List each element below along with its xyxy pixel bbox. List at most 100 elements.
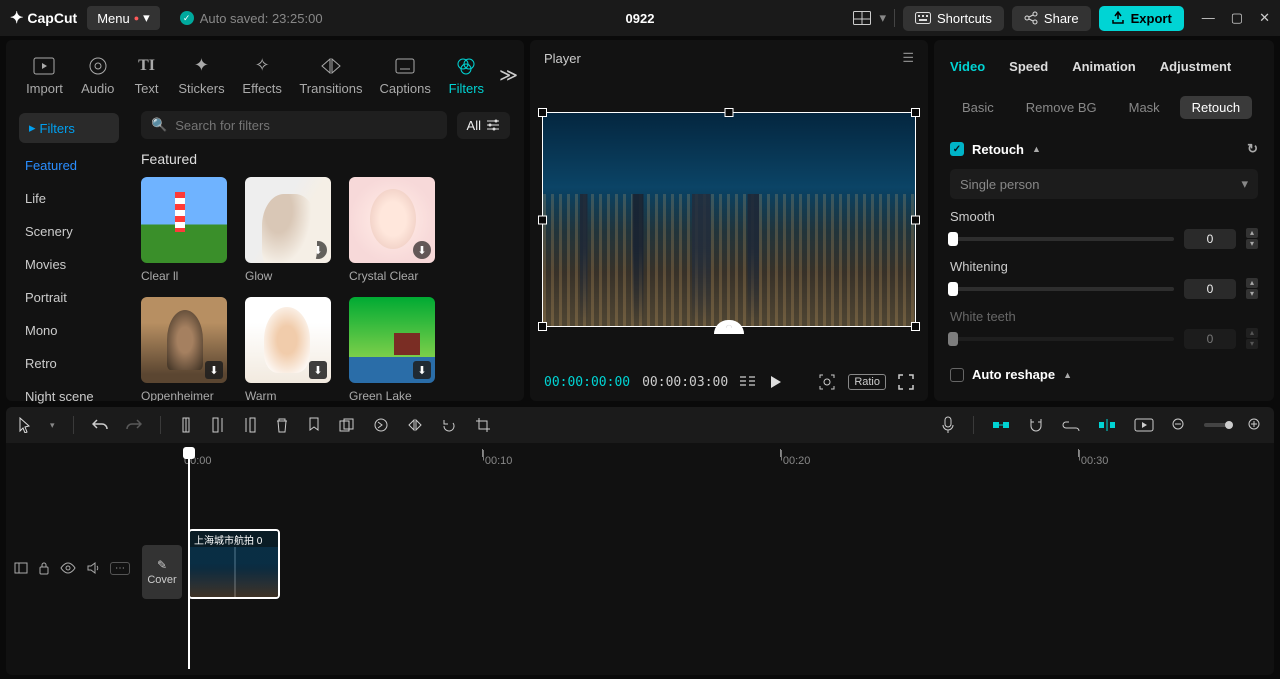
tab-audio[interactable]: Audio xyxy=(72,51,124,100)
snap-icon[interactable] xyxy=(1098,418,1116,432)
filter-item[interactable]: ⬇ Glow xyxy=(245,177,331,283)
download-icon[interactable]: ⬇ xyxy=(205,361,223,379)
filter-item[interactable]: ⬇ Oppenheimer xyxy=(141,297,227,401)
auto-reshape-checkbox[interactable] xyxy=(950,368,964,382)
whitening-value[interactable]: 0 xyxy=(1184,279,1236,299)
category-scenery[interactable]: Scenery xyxy=(11,215,127,248)
split-icon[interactable] xyxy=(179,417,193,433)
export-button[interactable]: Export xyxy=(1099,6,1184,31)
marker-icon[interactable] xyxy=(307,417,321,433)
step-up[interactable]: ▴ xyxy=(1246,278,1258,288)
tab-adjustment[interactable]: Adjustment xyxy=(1160,59,1232,74)
filter-item[interactable]: ⬇ Warm xyxy=(245,297,331,401)
list-view-icon[interactable] xyxy=(740,376,756,388)
subtab-removebg[interactable]: Remove BG xyxy=(1014,96,1109,119)
smooth-value[interactable]: 0 xyxy=(1184,229,1236,249)
mute-icon[interactable] xyxy=(86,561,100,575)
preview-toggle-icon[interactable] xyxy=(1134,418,1154,432)
retouch-mode-select[interactable]: Single person ▾ xyxy=(950,169,1258,199)
slider-thumb[interactable] xyxy=(948,282,958,296)
collapse-icon[interactable]: ▲ xyxy=(1032,144,1041,154)
window-minimize-icon[interactable]: — xyxy=(1202,10,1215,26)
undo-icon[interactable] xyxy=(92,418,108,432)
resize-handle[interactable] xyxy=(911,108,920,117)
timeline-body[interactable]: 00:00 |00:10 |00:20 |00:30 ⋯ ✎ Cover 上海城… xyxy=(6,443,1274,675)
timeline-ruler[interactable]: 00:00 |00:10 |00:20 |00:30 xyxy=(184,449,1264,469)
chevron-down-icon[interactable]: ▾ xyxy=(879,10,886,26)
more-tabs-icon[interactable]: ≫ xyxy=(499,65,518,86)
link-icon[interactable] xyxy=(1062,419,1080,431)
resize-handle[interactable] xyxy=(725,108,734,117)
split-left-icon[interactable] xyxy=(211,417,225,433)
tab-video[interactable]: Video xyxy=(950,59,985,74)
filter-item[interactable]: Clear ll xyxy=(141,177,227,283)
zoom-slider[interactable] xyxy=(1204,423,1230,427)
fullscreen-icon[interactable] xyxy=(898,374,914,390)
mirror-icon[interactable] xyxy=(407,418,423,432)
slider-thumb[interactable] xyxy=(948,232,958,246)
share-button[interactable]: Share xyxy=(1012,6,1091,31)
lock-icon[interactable] xyxy=(38,561,50,575)
tab-effects[interactable]: ✧ Effects xyxy=(233,51,291,100)
tab-speed[interactable]: Speed xyxy=(1009,59,1048,74)
magnet-icon[interactable] xyxy=(1028,417,1044,433)
download-icon[interactable]: ⬇ xyxy=(309,241,327,259)
filter-search[interactable]: 🔍 xyxy=(141,111,447,139)
tab-filters[interactable]: Filters xyxy=(440,51,494,100)
tab-stickers[interactable]: ✦ Stickers xyxy=(170,51,234,100)
category-portrait[interactable]: Portrait xyxy=(11,281,127,314)
subtab-mask[interactable]: Mask xyxy=(1117,96,1172,119)
mic-icon[interactable] xyxy=(941,416,955,434)
reverse-icon[interactable] xyxy=(373,417,389,433)
category-movies[interactable]: Movies xyxy=(11,248,127,281)
filter-all-button[interactable]: All xyxy=(457,112,510,139)
scan-icon[interactable] xyxy=(818,373,836,391)
player-viewport[interactable]: ◠ xyxy=(530,76,928,363)
redo-icon[interactable] xyxy=(126,418,142,432)
subtab-retouch[interactable]: Retouch xyxy=(1180,96,1252,119)
retouch-checkbox[interactable]: ✓ xyxy=(950,142,964,156)
tab-transitions[interactable]: Transitions xyxy=(291,51,371,100)
smooth-slider[interactable] xyxy=(950,237,1174,241)
step-down[interactable]: ▾ xyxy=(1246,239,1258,249)
tab-captions[interactable]: Captions xyxy=(371,51,440,100)
track-collapse-icon[interactable] xyxy=(14,562,28,574)
resize-handle[interactable] xyxy=(911,322,920,331)
video-frame[interactable]: ◠ xyxy=(542,112,916,327)
cover-button[interactable]: ✎ Cover xyxy=(142,545,182,599)
zoom-out-icon[interactable] xyxy=(1172,418,1186,432)
magnet-main-icon[interactable] xyxy=(992,418,1010,432)
filter-search-input[interactable] xyxy=(175,118,436,133)
resize-handle[interactable] xyxy=(911,215,920,224)
category-featured[interactable]: Featured xyxy=(11,149,127,182)
category-night[interactable]: Night scene xyxy=(11,380,127,413)
tab-import[interactable]: Import xyxy=(17,51,72,100)
filter-item[interactable]: ⬇ Green Lake xyxy=(349,297,435,401)
tab-animation[interactable]: Animation xyxy=(1072,59,1136,74)
category-life[interactable]: Life xyxy=(11,182,127,215)
step-down[interactable]: ▾ xyxy=(1246,289,1258,299)
zoom-in-icon[interactable] xyxy=(1248,418,1262,432)
ratio-button[interactable]: Ratio xyxy=(848,374,886,390)
layout-icon[interactable] xyxy=(853,11,871,25)
video-clip[interactable]: 上海城市航拍 0 xyxy=(188,529,280,599)
rotate-icon[interactable] xyxy=(441,417,457,433)
eye-icon[interactable] xyxy=(60,562,76,574)
subtab-basic[interactable]: Basic xyxy=(950,96,1006,119)
duplicate-icon[interactable] xyxy=(339,418,355,432)
player-menu-icon[interactable]: ☰ xyxy=(902,50,914,66)
delete-icon[interactable] xyxy=(275,417,289,433)
category-retro[interactable]: Retro xyxy=(11,347,127,380)
category-filters[interactable]: ▸ Filters xyxy=(19,113,119,143)
resize-handle[interactable] xyxy=(538,322,547,331)
resize-handle[interactable] xyxy=(538,108,547,117)
download-icon[interactable]: ⬇ xyxy=(413,241,431,259)
tool-dropdown-icon[interactable]: ▾ xyxy=(50,420,55,431)
window-close-icon[interactable]: ✕ xyxy=(1259,10,1270,26)
download-icon[interactable]: ⬇ xyxy=(309,361,327,379)
collapse-icon[interactable]: ▲ xyxy=(1063,370,1072,380)
shortcuts-button[interactable]: Shortcuts xyxy=(903,6,1004,31)
auto-reshape-header[interactable]: Auto reshape ▲ xyxy=(950,359,1258,390)
selection-tool-icon[interactable] xyxy=(18,417,32,433)
reset-icon[interactable]: ↻ xyxy=(1247,141,1258,157)
